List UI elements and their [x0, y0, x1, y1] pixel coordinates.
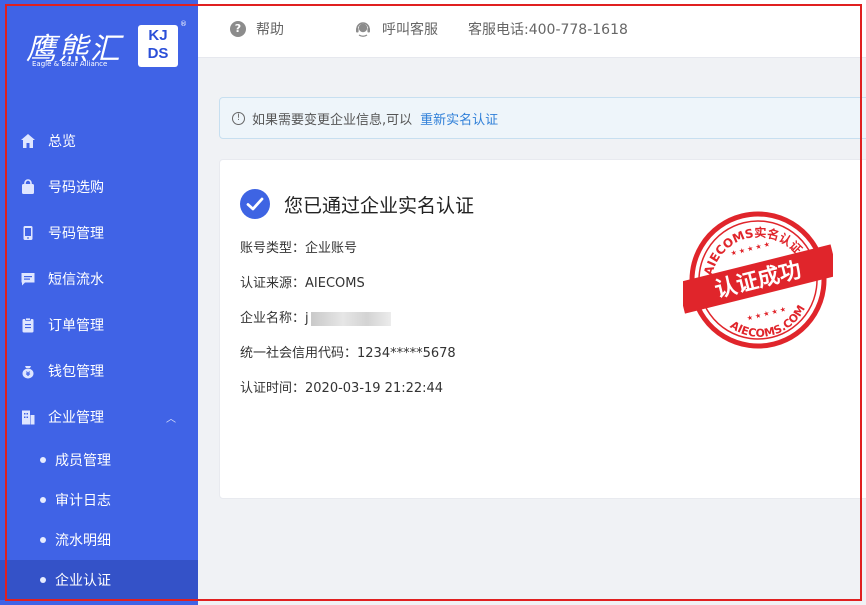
- reverify-link[interactable]: 重新实名认证: [420, 109, 498, 128]
- question-icon: ?: [230, 20, 246, 37]
- sidebar-item-label: 号码选购: [48, 180, 104, 196]
- logo-badge-line2: DS: [147, 45, 169, 62]
- credit-code-row: 统一社会信用代码：1234*****5678: [240, 346, 456, 361]
- message-icon: [21, 273, 35, 286]
- bullet-dot-icon: [40, 577, 46, 583]
- sidebar-menu: 总览 号码选购 号码管理 短信流水 订单管理 ¥ 钱包管理 企业管理 ︿ 成员管…: [0, 118, 198, 600]
- logo-english-text: Eagle & Bear Alliance: [32, 60, 108, 68]
- sidebar-item-label: 订单管理: [48, 318, 104, 334]
- sidebar-subitem-enterprise-certification[interactable]: 企业认证: [0, 560, 198, 600]
- wallet-icon: ¥: [22, 366, 34, 379]
- company-name-value: j: [305, 311, 309, 326]
- bullet-dot-icon: [40, 537, 46, 543]
- company-name-row: 企业名称：j: [240, 307, 391, 326]
- chevron-up-icon[interactable]: ︿: [166, 410, 176, 425]
- sidebar-subitem-audit-log[interactable]: 审计日志: [0, 480, 198, 520]
- sidebar-item-enterprise-management[interactable]: 企业管理 ︿: [0, 394, 198, 440]
- verified-header: 您已通过企业实名认证: [240, 189, 474, 219]
- building-icon: [22, 410, 35, 425]
- call-customer-service-button[interactable]: 呼叫客服: [354, 19, 438, 39]
- svg-text:¥: ¥: [26, 370, 31, 378]
- sidebar-item-wallet[interactable]: ¥ 钱包管理: [0, 348, 198, 394]
- info-icon: !: [232, 111, 245, 125]
- sidebar-subitem-label: 流水明细: [55, 533, 111, 549]
- sidebar-item-label: 短信流水: [48, 272, 104, 288]
- certification-stamp: AIECOMS实名认证 AIECOMS.COM ★ ★ ★ ★ ★ ★ ★ ★ …: [683, 211, 833, 349]
- sidebar-item-number-purchase[interactable]: 号码选购: [0, 164, 198, 210]
- service-phone-text: 客服电话:400-778-1618: [468, 21, 628, 38]
- company-name-label: 企业名称：: [240, 311, 306, 326]
- notice-text: 如果需要变更企业信息,可以: [252, 112, 413, 128]
- info-notice: ! 如果需要变更企业信息,可以 重新实名认证: [219, 97, 866, 139]
- help-button[interactable]: ? 帮助: [230, 19, 284, 39]
- redacted-blur: [310, 311, 391, 326]
- sidebar-subitem-label: 审计日志: [55, 493, 111, 509]
- account-type-row: 账号类型：企业账号: [240, 241, 358, 256]
- cert-source-row: 认证来源：AIECOMS: [240, 276, 365, 291]
- headset-icon: [356, 21, 370, 37]
- sidebar-subitem-transaction-details[interactable]: 流水明细: [0, 520, 198, 560]
- sidebar-item-label: 总览: [48, 134, 76, 150]
- logo-badge-line1: KJ: [148, 27, 168, 44]
- sidebar-item-number-management[interactable]: 号码管理: [0, 210, 198, 256]
- bag-icon: [22, 179, 34, 194]
- sidebar-item-label: 号码管理: [48, 226, 104, 242]
- sidebar: 鹰熊汇 Eagle & Bear Alliance KJ DS ® 总览 号码选…: [0, 0, 198, 605]
- top-bar: ? 帮助 呼叫客服 客服电话:400-778-1618: [198, 0, 866, 58]
- help-label: 帮助: [256, 21, 284, 38]
- logo-badge: KJ DS: [138, 25, 178, 67]
- cert-time-row: 认证时间：2020-03-19 21:22:44: [240, 381, 444, 396]
- clipboard-icon: [22, 317, 34, 333]
- verified-title: 您已通过企业实名认证: [284, 194, 475, 217]
- sidebar-item-sms-records[interactable]: 短信流水: [0, 256, 198, 302]
- registered-mark: ®: [180, 20, 187, 28]
- check-circle-icon: [240, 189, 270, 219]
- sidebar-item-label: 钱包管理: [48, 364, 104, 380]
- sidebar-item-label: 企业管理: [48, 410, 104, 426]
- phone-icon: [23, 226, 33, 240]
- sidebar-item-overview[interactable]: 总览: [0, 118, 198, 164]
- bullet-dot-icon: [40, 457, 46, 463]
- sidebar-subitem-members[interactable]: 成员管理: [0, 440, 198, 480]
- sidebar-subitem-label: 企业认证: [55, 573, 111, 589]
- sidebar-subitem-label: 成员管理: [55, 453, 111, 469]
- customer-service-label: 呼叫客服: [382, 21, 438, 38]
- bullet-dot-icon: [40, 497, 46, 503]
- home-icon: [21, 134, 35, 148]
- certification-card: 您已通过企业实名认证 账号类型：企业账号 认证来源：AIECOMS 企业名称：j…: [219, 159, 866, 499]
- sidebar-item-orders[interactable]: 订单管理: [0, 302, 198, 348]
- brand-logo[interactable]: 鹰熊汇 Eagle & Bear Alliance KJ DS ®: [22, 18, 192, 78]
